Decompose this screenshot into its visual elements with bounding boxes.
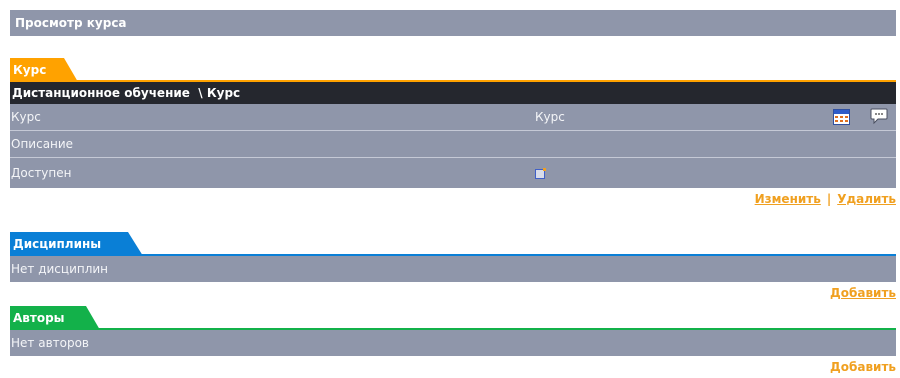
breadcrumb: Дистанционное обучение \ Курс [10,82,896,104]
authors-section: Авторы Нет авторов Добавить [10,304,896,378]
course-row-description: Описание [10,131,896,158]
edit-link[interactable]: Изменить [755,192,821,206]
available-label: Доступен [11,166,72,180]
disciplines-section: Дисциплины Нет дисциплин Добавить [10,230,896,304]
authors-tab-row: Авторы [10,304,896,330]
disciplines-tab-label: Дисциплины [13,237,102,251]
description-label: Описание [11,137,74,151]
course-row-available: Доступен [10,158,896,188]
tab-disciplines: Дисциплины [10,232,145,256]
actions-separator: | [826,192,832,206]
available-checkbox-icon[interactable] [535,168,546,179]
course-name-label: Курс [11,110,41,124]
delete-link[interactable]: Удалить [837,192,896,206]
course-section: Курс Дистанционное обучение \ Курс Курс … [10,56,896,210]
course-name-value: Курс [535,110,565,124]
disciplines-empty-text: Нет дисциплин [11,262,109,276]
course-tab-row: Курс [10,56,896,82]
course-tab-label: Курс [13,63,47,77]
add-author-link[interactable]: Добавить [830,360,896,374]
add-discipline-link[interactable]: Добавить [830,286,896,300]
authors-actions: Добавить [10,356,896,378]
disciplines-empty-row: Нет дисциплин [10,256,896,282]
course-tab-line [10,80,896,82]
authors-tab-label: Авторы [13,311,65,325]
authors-empty-text: Нет авторов [11,336,89,350]
calendar-icon[interactable] [833,109,850,125]
course-row-name: Курс Курс [10,104,896,131]
authors-empty-row: Нет авторов [10,330,896,356]
disciplines-tab-row: Дисциплины [10,230,896,256]
page-title: Просмотр курса [10,10,896,36]
comment-icon[interactable] [870,108,888,125]
tab-course: Курс [10,58,80,82]
disciplines-actions: Добавить [10,282,896,304]
tab-authors: Авторы [10,306,102,330]
course-actions: Изменить | Удалить [10,188,896,210]
